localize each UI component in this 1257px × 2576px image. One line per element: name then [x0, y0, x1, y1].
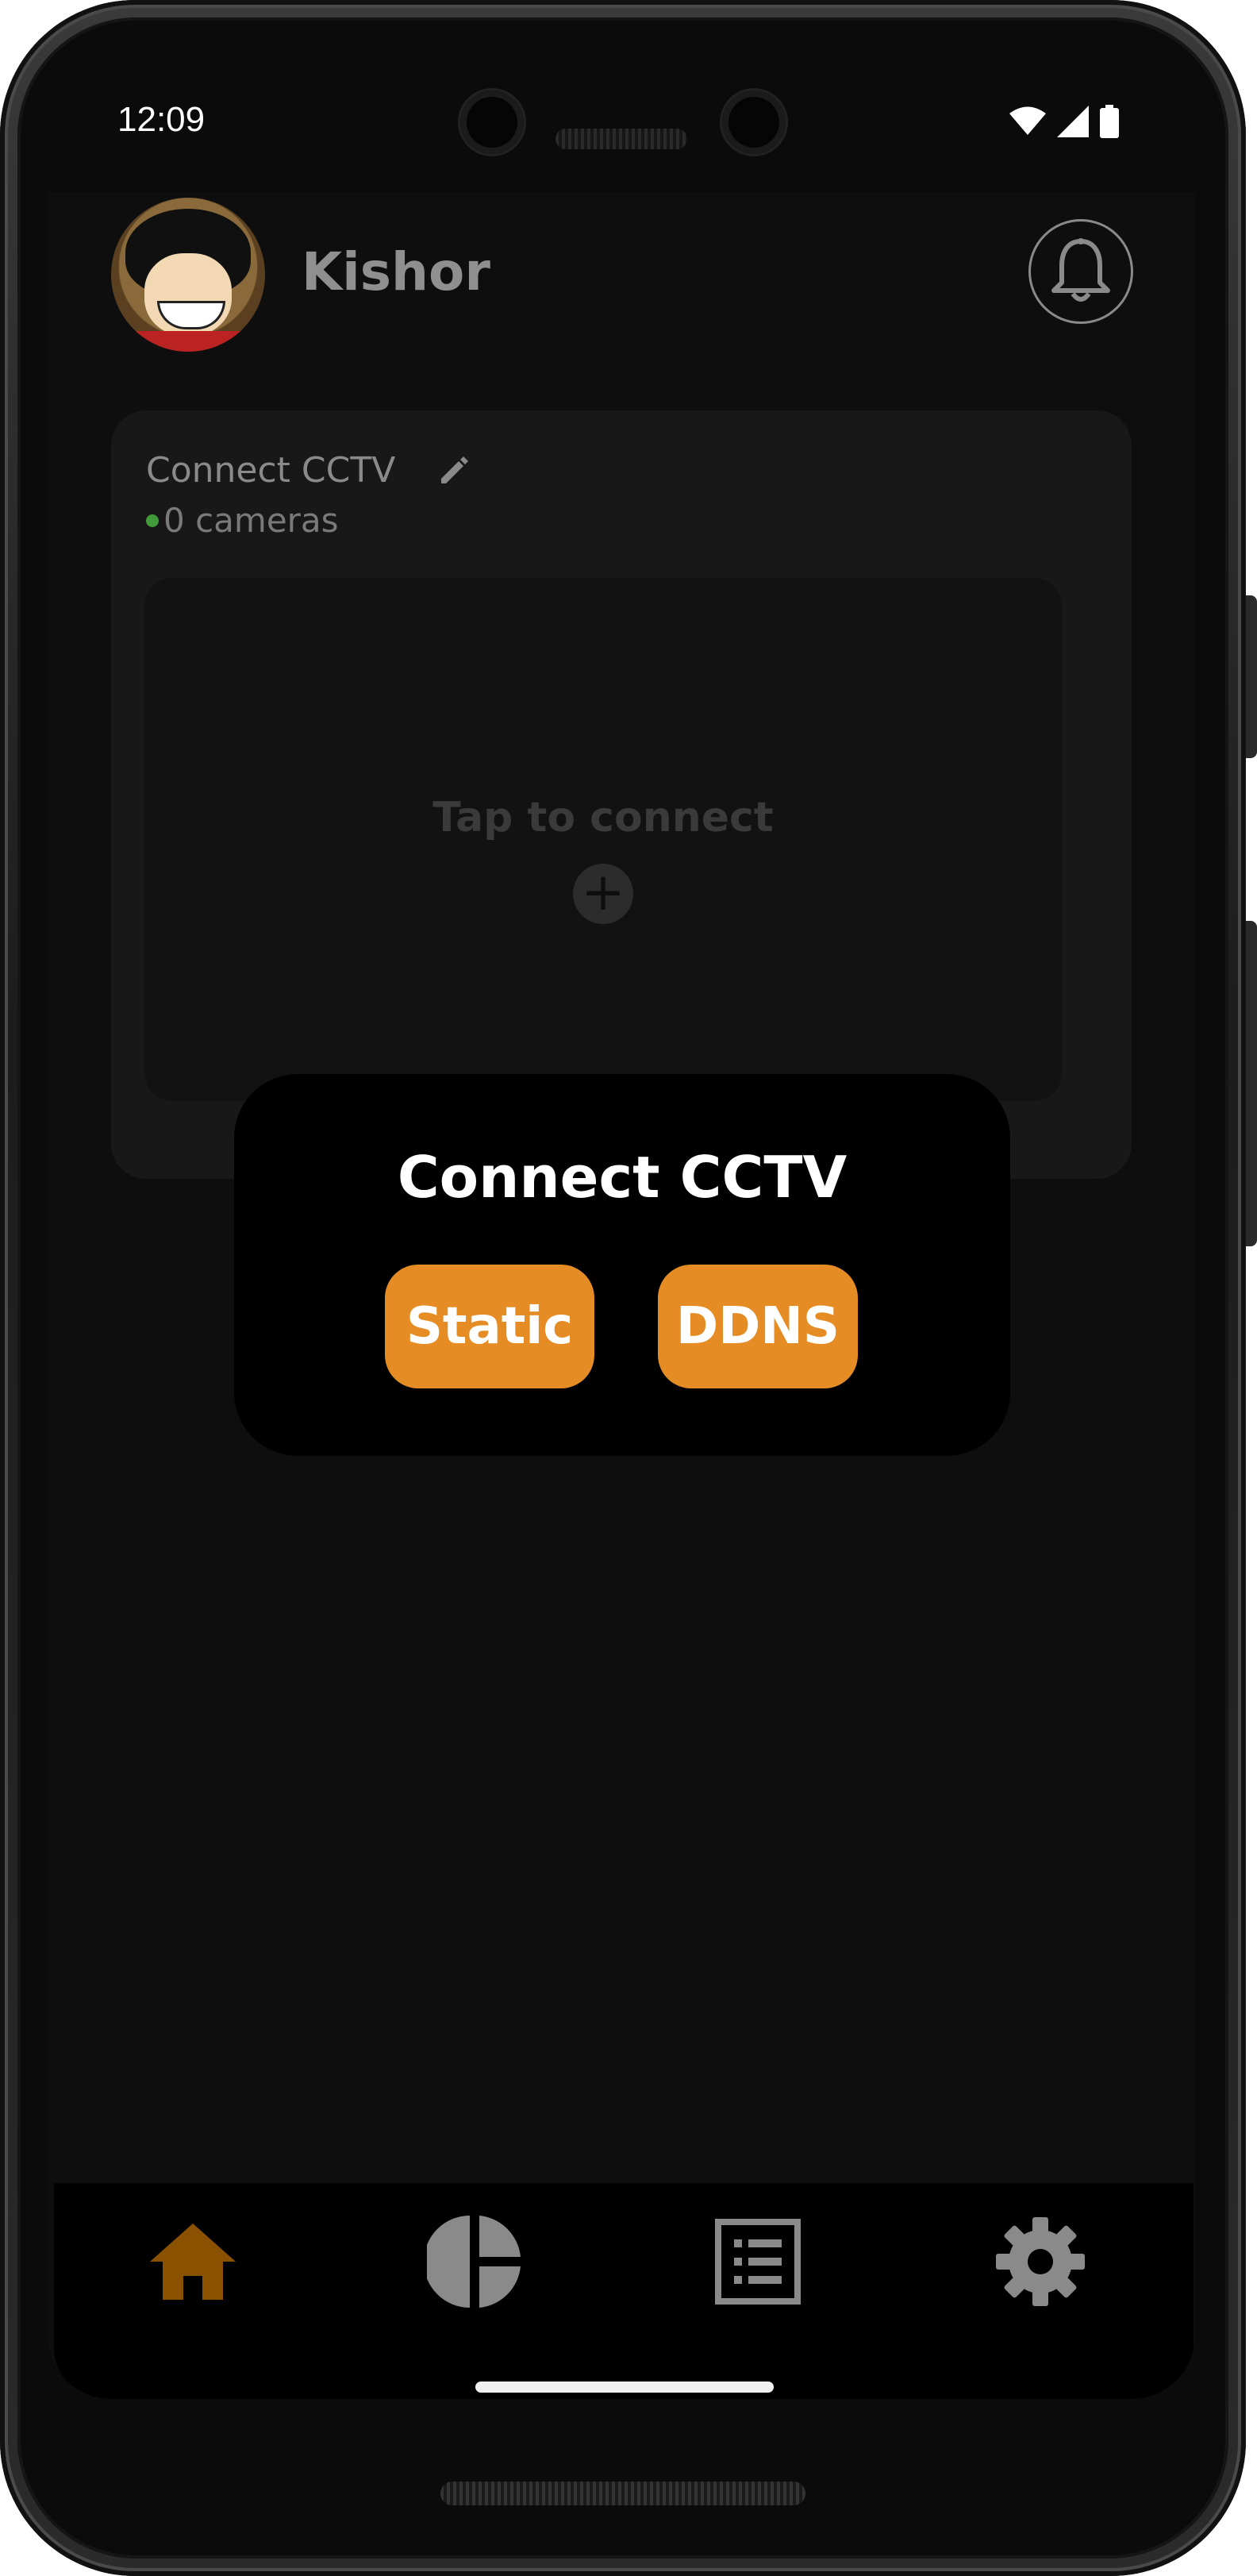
- home-indicator[interactable]: [475, 2382, 774, 2393]
- username: Kishor: [302, 241, 490, 302]
- nav-list[interactable]: [706, 2210, 809, 2313]
- status-dot: [146, 514, 159, 527]
- connect-dialog: Connect CCTV Static DDNS: [234, 1074, 1010, 1456]
- plus-circle-icon: +: [573, 864, 633, 924]
- bell-icon: [1051, 238, 1110, 302]
- bottom-speaker: [440, 2482, 805, 2505]
- list-icon: [715, 2219, 801, 2305]
- home-icon: [150, 2224, 236, 2300]
- status-bar: 12:09: [48, 43, 1195, 192]
- pie-chart-icon: [427, 2216, 521, 2308]
- tap-to-connect-area[interactable]: Tap to connect +: [144, 578, 1062, 1101]
- power-button: [1246, 921, 1257, 1246]
- camera-count-label: 0 cameras: [163, 501, 339, 540]
- status-time: 12:09: [117, 100, 206, 139]
- card-title: Connect CCTV: [146, 450, 396, 491]
- avatar[interactable]: [111, 198, 265, 352]
- signal-icon: [1057, 106, 1089, 137]
- ddns-button[interactable]: DDNS: [658, 1265, 858, 1388]
- bottom-navigation: [54, 2183, 1194, 2399]
- earpiece-speaker: [555, 129, 687, 149]
- gear-icon: [996, 2217, 1085, 2306]
- front-camera-left: [460, 90, 524, 154]
- dialog-title: Connect CCTV: [397, 1144, 848, 1211]
- camera-count: 0 cameras: [146, 501, 339, 540]
- wifi-icon: [1009, 106, 1046, 135]
- tap-to-connect-label: Tap to connect: [432, 794, 774, 841]
- nav-settings[interactable]: [989, 2210, 1092, 2313]
- cctv-card: Connect CCTV 0 cameras Tap to connect +: [111, 410, 1132, 1179]
- nav-home[interactable]: [141, 2210, 244, 2313]
- front-camera-right: [722, 90, 786, 154]
- static-button[interactable]: Static: [385, 1265, 594, 1388]
- volume-button: [1246, 595, 1257, 758]
- app-screen: 12:09 Kishor Connect CCTV 0 cameras Tap …: [48, 43, 1195, 2399]
- nav-analytics[interactable]: [423, 2210, 526, 2313]
- pencil-icon[interactable]: [436, 452, 471, 487]
- notification-button[interactable]: [1028, 219, 1133, 324]
- battery-icon: [1100, 105, 1119, 138]
- status-icons: [1009, 105, 1119, 138]
